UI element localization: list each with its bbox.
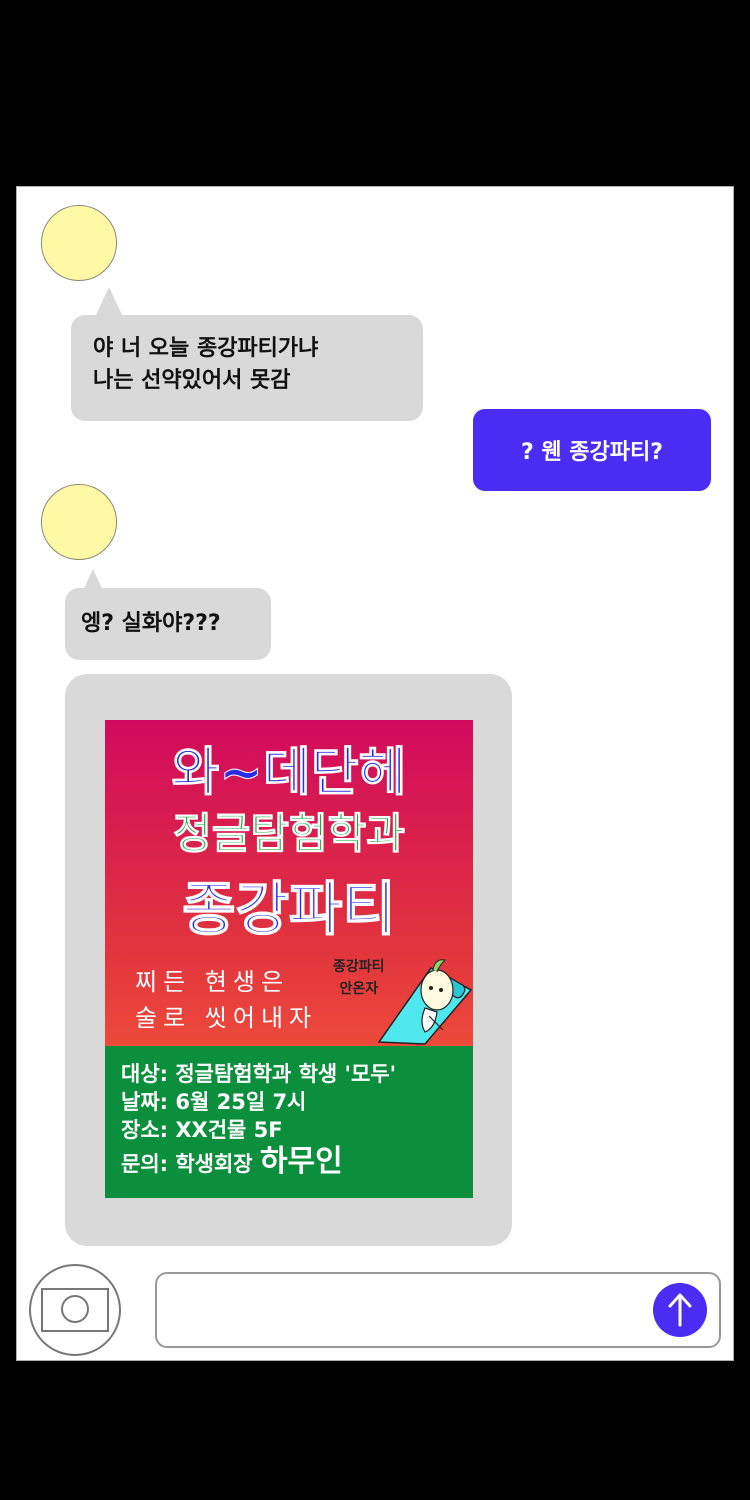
poster-contact: 문의: 학생회장 하무인 <box>121 1147 473 1178</box>
poster-contact-name: 하무인 <box>259 1144 343 1179</box>
send-button[interactable] <box>653 1283 707 1337</box>
incoming-message[interactable]: 야 너 오늘 종강파티가냐 나는 선약있어서 못감 <box>71 315 423 421</box>
message-input[interactable] <box>155 1272 721 1348</box>
camera-lens-icon <box>61 1295 89 1323</box>
lounging-character-illustration <box>377 959 473 1045</box>
poster-info-band: 대상: 정글탐험학과 학생 '모두' 날짜: 6월 25일 7시 장소: XX건… <box>105 1046 473 1198</box>
poster-contact-label: 문의: 학생회장 <box>121 1152 253 1176</box>
slogan-line: 찌든 현생은 <box>135 968 290 996</box>
party-poster-image[interactable]: 와~데단헤 정글탐험학과 종강파티 찌든 현생은 술로 씻어내자 종강파티 안온… <box>105 720 473 1198</box>
poster-title-line3: 종강파티 <box>182 874 397 944</box>
message-line: 나는 선약있어서 못감 <box>93 368 291 393</box>
arrow-up-icon <box>668 1293 692 1327</box>
poster-title-line2: 정글탐험학과 <box>173 809 406 859</box>
message-text: 엥? 실화야??? <box>81 611 221 636</box>
camera-icon <box>41 1288 109 1332</box>
avatar[interactable] <box>41 484 117 560</box>
avatar[interactable] <box>41 205 117 281</box>
poster-target: 대상: 정글탐험학과 학생 '모두' <box>121 1062 397 1086</box>
poster-date: 날짜: 6월 25일 7시 <box>121 1090 307 1114</box>
poster-slogan: 찌든 현생은 술로 씻어내자 <box>135 964 317 1036</box>
slogan-line: 술로 씻어내자 <box>135 1004 318 1032</box>
incoming-message[interactable]: 엥? 실화야??? <box>65 588 271 660</box>
outgoing-message[interactable]: ? 웬 종강파티? <box>473 409 711 491</box>
chat-screen: 야 너 오늘 종강파티가냐 나는 선약있어서 못감 ? 웬 종강파티? 엥? 실… <box>16 186 734 1361</box>
message-line: 야 너 오늘 종강파티가냐 <box>93 336 319 361</box>
message-text: ? 웬 종강파티? <box>520 440 664 465</box>
camera-button[interactable] <box>29 1264 121 1356</box>
bubble-tail <box>95 287 123 317</box>
poster-place: 장소: XX건물 5F <box>121 1118 283 1142</box>
poster-title-line1: 와~데단헤 <box>171 743 407 804</box>
